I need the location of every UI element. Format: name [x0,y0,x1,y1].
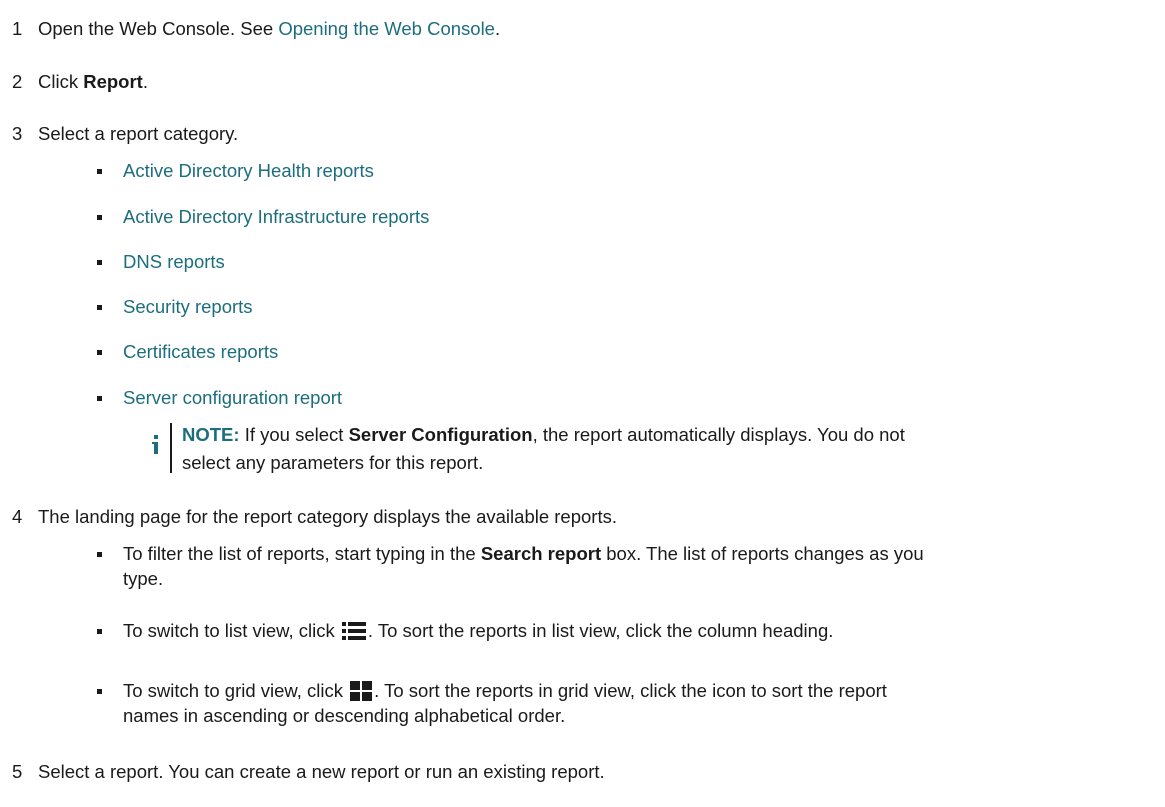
category-link-dns[interactable]: DNS reports [123,251,225,273]
step-4-text: The landing page for the report category… [38,506,617,527]
list-view-icon [341,622,366,640]
category-link-text[interactable]: Server configuration report [123,387,342,408]
search-report-term: Search report [480,543,602,564]
step-number-4: 4 [12,506,23,527]
tip-list-text: To switch to list view, click [123,620,340,641]
report-term: Report [83,71,143,92]
category-link-ad-health[interactable]: Active Directory Health reports [123,160,374,182]
category-link-text[interactable]: Active Directory Infrastructure reports [123,206,429,227]
note-label: NOTE: [182,424,240,445]
info-icon [152,435,158,454]
note-text-1: If you select [239,424,349,445]
server-configuration-term: Server Configuration [348,424,533,445]
tip-list-view: To switch to list view, click . To sort … [123,620,833,642]
step-1: Open the Web Console. See Opening the We… [38,18,500,40]
bullet-icon [97,169,102,174]
category-link-security[interactable]: Security reports [123,296,253,318]
note-text-2: , the report automatically displays. You… [532,424,905,445]
category-link-text[interactable]: DNS reports [123,251,225,272]
tip-filter-line-2: type. [123,568,164,589]
step-2-text: Click [38,71,84,92]
tip-filter-text-2: box. The list of reports changes as you [601,543,924,564]
bullet-icon [97,260,102,265]
step-1-end: . [494,18,501,39]
category-link-ad-infrastructure[interactable]: Active Directory Infrastructure reports [123,206,429,228]
grid-view-icon [350,681,373,701]
bullet-icon [97,305,102,310]
tip-grid-view-line-1: To switch to grid view, click . To sort … [123,680,887,702]
bullet-icon [97,552,102,557]
tip-filter-text: To filter the list of reports, start typ… [123,543,481,564]
bullet-icon [97,629,102,634]
category-link-text[interactable]: Security reports [123,296,253,317]
step-2: Click Report. [38,71,148,93]
tip-grid-text: To switch to grid view, click [123,680,349,701]
note-line-1: NOTE: If you select Server Configuration… [182,424,905,446]
note-line-2: select any parameters for this report. [182,452,484,473]
step-1-text: Open the Web Console. See [38,18,279,39]
step-number-5: 5 [12,761,23,782]
note-divider [170,423,172,473]
category-link-certificates[interactable]: Certificates reports [123,341,278,363]
step-3-text: Select a report category. [38,123,239,144]
tip-grid-view-line-2: names in ascending or descending alphabe… [123,705,566,726]
bullet-icon [97,689,102,694]
step-5-text: Select a report. You can create a new re… [38,761,605,782]
step-number-1: 1 [12,18,23,39]
tip-grid-text-2: . To sort the reports in grid view, clic… [374,680,887,701]
opening-web-console-link[interactable]: Opening the Web Console [278,18,495,39]
step-number-2: 2 [12,71,23,92]
step-2-end: . [142,71,148,92]
bullet-icon [97,396,102,401]
tip-list-text-2: . To sort the reports in list view, clic… [367,620,834,641]
category-link-text[interactable]: Certificates reports [123,341,278,362]
bullet-icon [97,350,102,355]
category-link-text[interactable]: Active Directory Health reports [123,160,374,181]
bullet-icon [97,215,102,220]
step-number-3: 3 [12,123,23,144]
category-link-server-config[interactable]: Server configuration report [123,387,342,409]
tip-filter-line-1: To filter the list of reports, start typ… [123,543,924,565]
